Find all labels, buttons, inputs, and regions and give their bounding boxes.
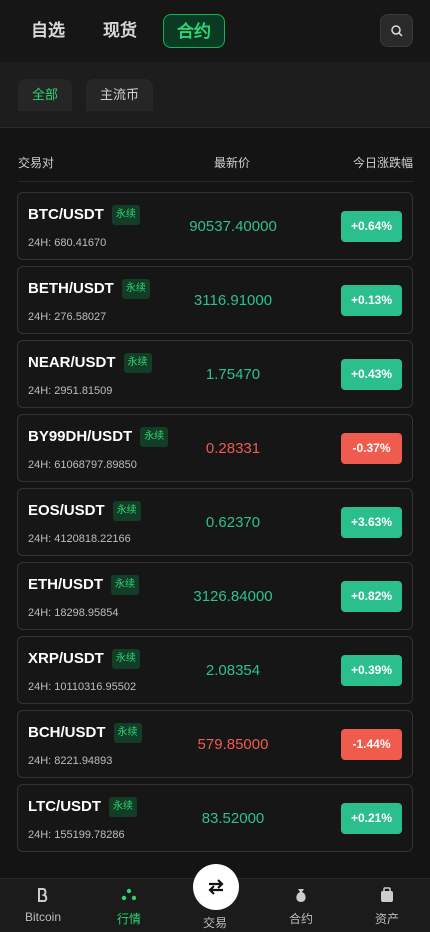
- volume-24h: 24H: 4120818.22166: [28, 533, 131, 545]
- column-pair[interactable]: 交易对: [18, 154, 54, 171]
- nav-trade-label: 交易: [202, 916, 227, 930]
- pair-symbol: EOS/USDT 永续: [28, 501, 141, 521]
- perpetual-tag: 永续: [123, 353, 152, 373]
- nav-assets[interactable]: 资产: [344, 879, 430, 932]
- perpetual-tag: 永续: [140, 427, 169, 447]
- market-row[interactable]: BCH/USDT 永续 24H: 8221.94893 579.85000 -1.…: [17, 710, 413, 778]
- volume-24h: 24H: 8221.94893: [28, 755, 113, 767]
- pair-symbol: NEAR/USDT 永续: [28, 353, 152, 373]
- tab-favorites[interactable]: 自选: [31, 14, 65, 48]
- column-header: 交易对 最新价 今日涨跌幅: [18, 128, 414, 182]
- pair-symbol: LTC/USDT 永续: [28, 797, 138, 817]
- bitcoin-icon: [38, 888, 48, 902]
- last-price: 1.75470: [205, 366, 261, 383]
- volume-24h: 24H: 680.41670: [28, 237, 107, 249]
- nav-market-label: 行情: [116, 912, 141, 926]
- last-price: 0.62370: [205, 514, 261, 531]
- money-bag-icon: [296, 889, 306, 902]
- change-badge: +0.43%: [341, 359, 402, 390]
- change-badge: +0.21%: [341, 803, 402, 834]
- top-bar: 自选 现货 合约: [0, 0, 430, 62]
- pair-symbol: XRP/USDT 永续: [28, 649, 140, 669]
- volume-24h: 24H: 2951.81509: [28, 385, 113, 397]
- filter-bar: 全部 主流币: [0, 62, 430, 128]
- column-price[interactable]: 最新价: [214, 154, 250, 171]
- swap-icon: [208, 879, 224, 895]
- market-list: BTC/USDT 永续 24H: 680.41670 90537.40000 +0…: [17, 192, 413, 858]
- market-row[interactable]: EOS/USDT 永续 24H: 4120818.22166 0.62370 +3…: [17, 488, 413, 556]
- change-badge: +0.13%: [341, 285, 402, 316]
- market-row[interactable]: BTC/USDT 永续 24H: 680.41670 90537.40000 +0…: [17, 192, 413, 260]
- change-badge: +0.64%: [341, 211, 402, 242]
- last-price: 3126.84000: [193, 588, 273, 605]
- pair-symbol: ETH/USDT 永续: [28, 575, 139, 595]
- volume-24h: 24H: 276.58027: [28, 311, 107, 323]
- change-badge: +0.82%: [341, 581, 402, 612]
- market-row[interactable]: BY99DH/USDT 永续 24H: 61068797.89850 0.2833…: [17, 414, 413, 482]
- pair-symbol: BETH/USDT 永续: [28, 279, 150, 299]
- last-price: 83.52000: [201, 810, 265, 827]
- perpetual-tag: 永续: [121, 279, 150, 299]
- perpetual-tag: 永续: [111, 205, 140, 225]
- perpetual-tag: 永续: [111, 575, 139, 595]
- pair-symbol: BY99DH/USDT 永续: [28, 427, 169, 447]
- change-badge: +3.63%: [341, 507, 402, 538]
- perpetual-tag: 永续: [109, 797, 138, 817]
- perpetual-tag: 永续: [112, 501, 141, 521]
- perpetual-tag: 永续: [111, 649, 140, 669]
- market-row[interactable]: XRP/USDT 永续 24H: 10110316.95502 2.08354 +…: [17, 636, 413, 704]
- market-row[interactable]: BETH/USDT 永续 24H: 276.58027 3116.91000 +0…: [17, 266, 413, 334]
- wallet-icon: [381, 887, 393, 902]
- nav-bitcoin[interactable]: Bitcoin: [0, 879, 86, 932]
- pair-symbol: BCH/USDT 永续: [28, 723, 142, 743]
- filter-mainstream[interactable]: 主流币: [86, 79, 154, 111]
- market-row[interactable]: NEAR/USDT 永续 24H: 2951.81509 1.75470 +0.4…: [17, 340, 413, 408]
- market-icon: [121, 888, 137, 901]
- nav-contract[interactable]: 合约: [258, 879, 344, 932]
- nav-market[interactable]: 行情: [86, 879, 172, 932]
- change-badge: -1.44%: [341, 729, 402, 760]
- market-row[interactable]: ETH/USDT 永续 24H: 18298.95854 3126.84000 +…: [17, 562, 413, 630]
- volume-24h: 24H: 10110316.95502: [28, 681, 137, 693]
- search-button[interactable]: [380, 14, 413, 47]
- nav-assets-label: 资产: [374, 912, 399, 926]
- filter-all[interactable]: 全部: [18, 79, 73, 111]
- tab-spot[interactable]: 现货: [103, 14, 137, 48]
- nav-bitcoin-label: Bitcoin: [24, 910, 62, 924]
- change-badge: -0.37%: [341, 433, 402, 464]
- last-price: 0.28331: [205, 440, 261, 457]
- column-change[interactable]: 今日涨跌幅: [353, 154, 413, 171]
- nav-contract-label: 合约: [288, 912, 313, 926]
- pair-symbol: BTC/USDT 永续: [28, 205, 140, 225]
- tab-contract[interactable]: 合约: [163, 14, 225, 48]
- trade-button[interactable]: [193, 864, 239, 910]
- perpetual-tag: 永续: [113, 723, 142, 743]
- volume-24h: 24H: 155199.78286: [28, 829, 125, 841]
- search-icon: [391, 25, 403, 37]
- volume-24h: 24H: 18298.95854: [28, 607, 119, 619]
- last-price: 90537.40000: [189, 218, 277, 235]
- last-price: 579.85000: [197, 736, 269, 753]
- volume-24h: 24H: 61068797.89850: [28, 459, 137, 471]
- market-row[interactable]: LTC/USDT 永续 24H: 155199.78286 83.52000 +0…: [17, 784, 413, 852]
- change-badge: +0.39%: [341, 655, 402, 686]
- last-price: 3116.91000: [193, 292, 273, 309]
- last-price: 2.08354: [205, 662, 261, 679]
